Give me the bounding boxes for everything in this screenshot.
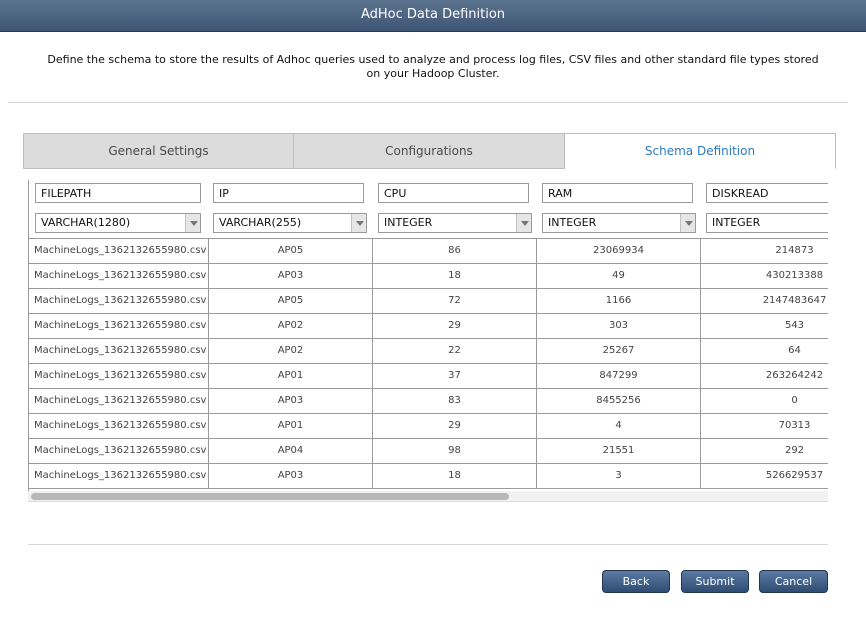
table-cell: MachineLogs_1362132655980.csv — [29, 364, 209, 388]
window-title: AdHoc Data Definition — [360, 7, 506, 22]
table-cell: MachineLogs_1362132655980.csv — [29, 314, 209, 338]
column-name-input-ram[interactable] — [542, 183, 693, 203]
column-name-input-cpu[interactable] — [378, 183, 529, 203]
table-row[interactable]: MachineLogs_1362132655980.csv AP02 29 303 54… — [29, 314, 828, 339]
table-row[interactable]: MachineLogs_1362132655980.csv AP05 86 23069… — [29, 239, 828, 264]
chevron-down-icon — [185, 214, 200, 232]
table-cell: AP01 — [209, 364, 373, 388]
table-cell: 214873 — [701, 239, 828, 263]
table-cell: 4 — [537, 414, 701, 438]
column-type-select-filepath[interactable]: VARCHAR(1280) — [35, 213, 201, 233]
table-cell: 70313 — [701, 414, 828, 438]
table-row[interactable]: MachineLogs_1362132655980.csv AP03 18 49 430… — [29, 264, 828, 289]
table-cell: MachineLogs_1362132655980.csv — [29, 264, 209, 288]
table-cell: MachineLogs_1362132655980.csv — [29, 389, 209, 413]
table-row[interactable]: MachineLogs_1362132655980.csv AP01 29 4 7031… — [29, 414, 828, 439]
table-row[interactable]: MachineLogs_1362132655980.csv AP03 18 3 5266… — [29, 464, 828, 489]
table-cell: MachineLogs_1362132655980.csv — [29, 289, 209, 313]
table-row[interactable]: MachineLogs_1362132655980.csv AP05 72 1166 2… — [29, 289, 828, 314]
table-cell: AP01 — [209, 414, 373, 438]
column-name-input-diskread[interactable] — [706, 183, 828, 203]
tab-bar: General Settings Configurations Schema D… — [23, 133, 836, 169]
table-cell: MachineLogs_1362132655980.csv — [29, 439, 209, 463]
table-cell: MachineLogs_1362132655980.csv — [29, 464, 209, 488]
scrollbar-thumb[interactable] — [31, 493, 509, 500]
table-row[interactable]: MachineLogs_1362132655980.csv AP01 37 84729… — [29, 364, 828, 389]
column-name-input-filepath[interactable] — [35, 183, 201, 203]
table-cell: 72 — [373, 289, 537, 313]
column-type-select-ip[interactable]: VARCHAR(255) — [213, 213, 367, 233]
table-cell: 29 — [373, 314, 537, 338]
back-button[interactable]: Back — [602, 570, 670, 593]
table-cell: 847299 — [537, 364, 701, 388]
table-cell: 303 — [537, 314, 701, 338]
table-cell: 22 — [373, 339, 537, 363]
table-cell: AP03 — [209, 464, 373, 488]
divider — [28, 544, 828, 545]
divider — [8, 102, 848, 103]
horizontal-scrollbar[interactable] — [28, 491, 828, 502]
tab-general-settings[interactable]: General Settings — [23, 133, 294, 169]
table-cell: 543 — [701, 314, 828, 338]
table-cell: MachineLogs_1362132655980.csv — [29, 239, 209, 263]
table-cell: 37 — [373, 364, 537, 388]
table-cell: 25267 — [537, 339, 701, 363]
table-cell: 98 — [373, 439, 537, 463]
chevron-down-icon — [351, 214, 366, 232]
page-description: Define the schema to store the results o… — [47, 53, 819, 80]
table-cell: 8455256 — [537, 389, 701, 413]
column-type-select-ram[interactable]: INTEGER — [542, 213, 696, 233]
column-type-select-cpu[interactable]: INTEGER — [378, 213, 532, 233]
table-cell: 0 — [701, 389, 828, 413]
table-cell: AP05 — [209, 239, 373, 263]
column-name-input-ip[interactable] — [213, 183, 364, 203]
chevron-down-icon — [680, 214, 695, 232]
table-cell: AP03 — [209, 389, 373, 413]
column-type-value: INTEGER — [712, 216, 761, 229]
table-cell: 21551 — [537, 439, 701, 463]
schema-grid: VARCHAR(1280) VARCHAR(255) INTEGER INTEG… — [28, 180, 828, 502]
table-cell: AP02 — [209, 339, 373, 363]
chevron-down-icon — [516, 214, 531, 232]
column-type-value: INTEGER — [384, 216, 433, 229]
table-cell: AP02 — [209, 314, 373, 338]
table-cell: MachineLogs_1362132655980.csv — [29, 414, 209, 438]
table-cell: AP04 — [209, 439, 373, 463]
table-cell: 49 — [537, 264, 701, 288]
column-type-value: VARCHAR(255) — [219, 216, 302, 229]
table-cell: 86 — [373, 239, 537, 263]
column-type-select-diskread[interactable]: INTEGER — [706, 213, 828, 233]
table-cell: 292 — [701, 439, 828, 463]
table-cell: 23069934 — [537, 239, 701, 263]
table-row[interactable]: MachineLogs_1362132655980.csv AP04 98 21551… — [29, 439, 828, 464]
tab-configurations[interactable]: Configurations — [294, 133, 565, 169]
table-cell: AP05 — [209, 289, 373, 313]
table-cell: AP03 — [209, 264, 373, 288]
table-cell: 64 — [701, 339, 828, 363]
table-cell: 430213388 — [701, 264, 828, 288]
table-cell: 1166 — [537, 289, 701, 313]
table-cell: 2147483647 — [701, 289, 828, 313]
table-cell: 263264242 — [701, 364, 828, 388]
window-title-bar: AdHoc Data Definition — [0, 0, 866, 32]
data-rows: MachineLogs_1362132655980.csv AP05 86 23069… — [29, 238, 828, 489]
tab-schema-definition[interactable]: Schema Definition — [565, 133, 836, 169]
table-row[interactable]: MachineLogs_1362132655980.csv AP03 83 84552… — [29, 389, 828, 414]
cancel-button[interactable]: Cancel — [759, 570, 828, 593]
table-cell: 18 — [373, 464, 537, 488]
table-cell: 83 — [373, 389, 537, 413]
submit-button[interactable]: Submit — [681, 570, 749, 593]
table-cell: MachineLogs_1362132655980.csv — [29, 339, 209, 363]
table-row[interactable]: MachineLogs_1362132655980.csv AP02 22 25267… — [29, 339, 828, 364]
column-type-value: VARCHAR(1280) — [41, 216, 131, 229]
column-type-value: INTEGER — [548, 216, 597, 229]
table-cell: 29 — [373, 414, 537, 438]
table-cell: 526629537 — [701, 464, 828, 488]
table-cell: 3 — [537, 464, 701, 488]
table-cell: 18 — [373, 264, 537, 288]
